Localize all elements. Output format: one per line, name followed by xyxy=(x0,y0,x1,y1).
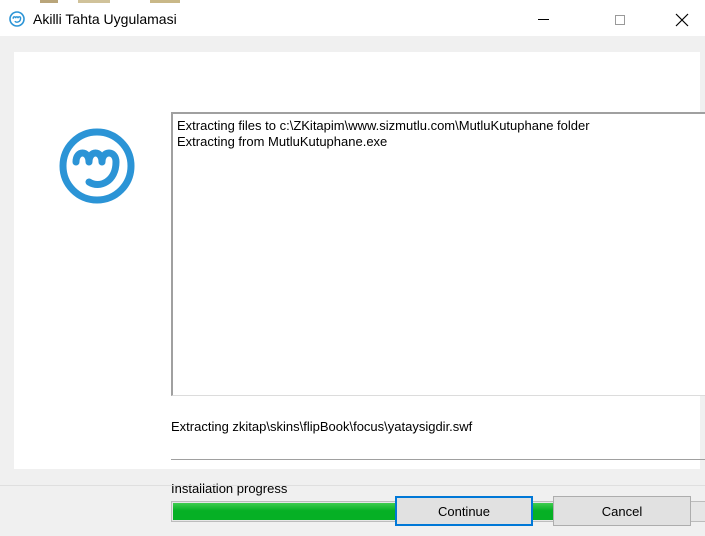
window-title: Akilli Tahta Uygulamasi xyxy=(33,11,177,27)
minimize-icon xyxy=(537,19,549,20)
progress-fill xyxy=(173,503,607,520)
continue-button[interactable]: Continue xyxy=(395,496,533,526)
extraction-log[interactable]: Extracting files to c:\ZKitapim\www.sizm… xyxy=(171,112,705,396)
maximize-icon xyxy=(615,14,625,25)
content-panel: Extracting files to c:\ZKitapim\www.sizm… xyxy=(14,52,705,522)
divider xyxy=(171,459,705,460)
app-logo-icon xyxy=(9,11,25,27)
current-file-status: Extracting zkitap\skins\flipBook\focus\y… xyxy=(171,419,473,434)
app-logo xyxy=(59,128,135,204)
title-bar[interactable]: Akilli Tahta Uygulamasi xyxy=(0,3,705,36)
footer-divider xyxy=(0,485,705,486)
cancel-button[interactable]: Cancel xyxy=(553,496,691,526)
close-icon xyxy=(675,13,689,26)
log-line: Extracting files to c:\ZKitapim\www.sizm… xyxy=(177,118,590,133)
minimize-button[interactable] xyxy=(520,3,566,36)
installer-window: Akilli Tahta Uygulamasi Extracting files… xyxy=(0,0,705,536)
maximize-button[interactable] xyxy=(597,3,643,36)
log-line: Extracting from MutluKutuphane.exe xyxy=(177,134,388,149)
progress-label: Installation progress xyxy=(171,481,288,496)
close-button[interactable] xyxy=(659,3,705,36)
